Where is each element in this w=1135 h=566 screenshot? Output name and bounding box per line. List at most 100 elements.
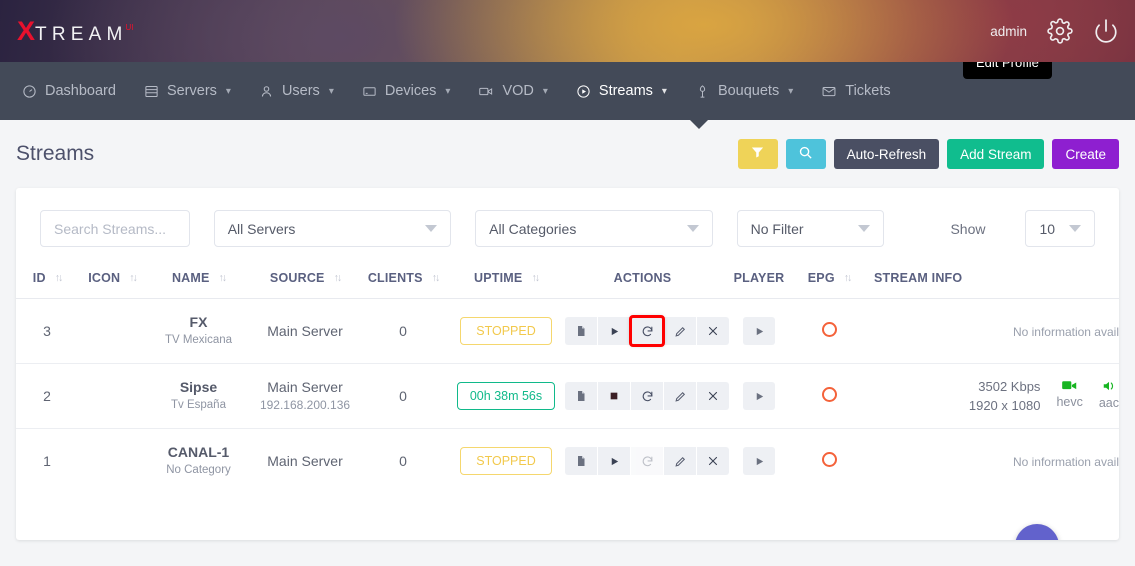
sort-icon[interactable]: ↑↓ — [844, 272, 851, 284]
sort-icon[interactable]: ↑↓ — [219, 272, 226, 284]
delete-icon[interactable] — [697, 447, 729, 475]
nav-item-tickets[interactable]: Tickets — [807, 62, 904, 120]
table-body: 3 FX TV Mexicana Main Server 0 STOPPED — [16, 299, 1119, 494]
cell-uptime: STOPPED — [447, 429, 565, 494]
create-button[interactable]: Create — [1052, 139, 1119, 169]
cell-source: Main Server — [251, 299, 359, 364]
play-icon[interactable] — [598, 447, 630, 475]
epg-circle-icon[interactable] — [822, 387, 837, 402]
edit-icon[interactable] — [664, 447, 696, 475]
cell-epg — [798, 299, 860, 364]
col-source[interactable]: SOURCE ↑↓ — [251, 257, 359, 299]
page-size-select[interactable]: 10 — [1025, 210, 1095, 247]
nav-item-devices[interactable]: Devices ▾ — [348, 62, 465, 120]
delete-icon[interactable] — [697, 382, 729, 410]
col-name[interactable]: NAME ↑↓ — [146, 257, 251, 299]
table-row[interactable]: 2 Sipse Tv España Main Server 192.168.20… — [16, 364, 1119, 429]
cell-name: FX TV Mexicana — [146, 299, 251, 364]
status-badge: 00h 38m 56s — [457, 382, 555, 410]
sort-icon[interactable]: ↑↓ — [334, 272, 341, 284]
cell-actions — [565, 299, 720, 364]
cell-id: 1 — [16, 429, 78, 494]
stream-resolution: 1920 x 1080 — [969, 396, 1041, 416]
nav-item-users[interactable]: Users ▾ — [245, 62, 348, 120]
col-label: NAME — [172, 271, 210, 285]
col-icon[interactable]: ICON↑↓ — [78, 257, 146, 299]
cell-epg — [798, 364, 860, 429]
cell-uptime: 00h 38m 56s — [447, 364, 565, 429]
col-actions: ACTIONS — [565, 257, 720, 299]
add-stream-button[interactable]: Add Stream — [947, 139, 1044, 169]
cell-stream-info: 3502 Kbps 1920 x 1080 hevc — [860, 364, 1119, 429]
status-filter-value: No Filter — [751, 221, 804, 237]
file-icon[interactable] — [565, 447, 597, 475]
nav-item-vod[interactable]: VOD ▾ — [464, 62, 561, 120]
nav-label: Streams — [599, 83, 653, 99]
cell-clients: 0 — [359, 364, 447, 429]
nav-item-bouquets[interactable]: Bouquets ▾ — [681, 62, 807, 120]
search-icon — [798, 145, 813, 163]
file-icon[interactable] — [565, 317, 597, 345]
col-label: UPTIME — [474, 271, 522, 285]
filters-row: Search Streams... All Servers All Catego… — [16, 188, 1119, 257]
col-id[interactable]: ID↑↓ — [16, 257, 78, 299]
streams-table: ID↑↓ ICON↑↓ NAME ↑↓ SOURCE ↑↓ CLIENTS↑↓ UP… — [16, 257, 1119, 494]
nav-item-dashboard[interactable]: Dashboard — [8, 62, 130, 120]
bouquets-icon — [695, 84, 710, 99]
gear-icon[interactable] — [1047, 18, 1073, 44]
table-row[interactable]: 1 CANAL-1 No Category Main Server 0 STOP… — [16, 429, 1119, 494]
category-filter-select[interactable]: All Categories — [475, 210, 712, 247]
restart-icon[interactable] — [631, 382, 663, 410]
col-clients[interactable]: CLIENTS↑↓ — [359, 257, 447, 299]
status-filter-select[interactable]: No Filter — [737, 210, 885, 247]
col-player: PLAYER — [720, 257, 798, 299]
current-user-label[interactable]: admin — [990, 24, 1027, 39]
col-label: STREAM INFO — [874, 271, 962, 285]
source-ip: 192.168.200.136 — [251, 397, 359, 414]
server-filter-select[interactable]: All Servers — [214, 210, 451, 247]
power-icon[interactable] — [1093, 18, 1119, 44]
sort-icon[interactable]: ↑↓ — [531, 272, 538, 284]
player-play-icon[interactable] — [743, 447, 775, 475]
nav-item-servers[interactable]: Servers ▾ — [130, 62, 245, 120]
play-icon[interactable] — [598, 317, 630, 345]
col-label: SOURCE — [270, 271, 325, 285]
devices-icon — [362, 84, 377, 99]
scroll-top-fab[interactable] — [1015, 524, 1059, 540]
player-play-icon[interactable] — [743, 382, 775, 410]
source-name: Main Server — [251, 378, 359, 396]
auto-refresh-button[interactable]: Auto-Refresh — [834, 139, 940, 169]
status-badge: STOPPED — [460, 317, 552, 345]
file-icon[interactable] — [565, 382, 597, 410]
sort-icon[interactable]: ↑↓ — [55, 272, 62, 284]
search-button[interactable] — [786, 139, 826, 169]
chevron-down-icon — [1069, 225, 1081, 232]
cell-stream-info: No information avail — [860, 299, 1119, 364]
search-input[interactable]: Search Streams... — [40, 210, 190, 247]
sort-icon[interactable]: ↑↓ — [432, 272, 439, 284]
col-uptime[interactable]: UPTIME ↑↓ — [447, 257, 565, 299]
sort-icon[interactable]: ↑↓ — [129, 272, 136, 284]
chevron-down-icon — [858, 225, 870, 232]
stop-icon[interactable] — [598, 382, 630, 410]
epg-circle-icon[interactable] — [822, 322, 837, 337]
edit-icon[interactable] — [664, 382, 696, 410]
col-epg[interactable]: EPG↑↓ — [798, 257, 860, 299]
player-play-icon[interactable] — [743, 317, 775, 345]
chevron-down-icon: ▾ — [788, 86, 793, 97]
cell-id: 2 — [16, 364, 78, 429]
table-row[interactable]: 3 FX TV Mexicana Main Server 0 STOPPED — [16, 299, 1119, 364]
servers-icon — [144, 84, 159, 99]
filter-clear-button[interactable] — [738, 139, 778, 169]
stream-name: CANAL-1 — [146, 444, 251, 462]
epg-circle-icon[interactable] — [822, 452, 837, 467]
nav-label: Tickets — [845, 83, 890, 99]
delete-icon[interactable] — [697, 317, 729, 345]
edit-icon[interactable] — [664, 317, 696, 345]
nav-item-streams[interactable]: Streams ▾ — [562, 62, 681, 120]
app-logo[interactable]: X TREAM UI — [0, 18, 136, 45]
server-filter-value: All Servers — [228, 221, 296, 237]
cell-source: Main Server 192.168.200.136 — [251, 364, 359, 429]
restart-icon[interactable] — [631, 317, 663, 345]
video-camera-icon — [1056, 380, 1082, 391]
